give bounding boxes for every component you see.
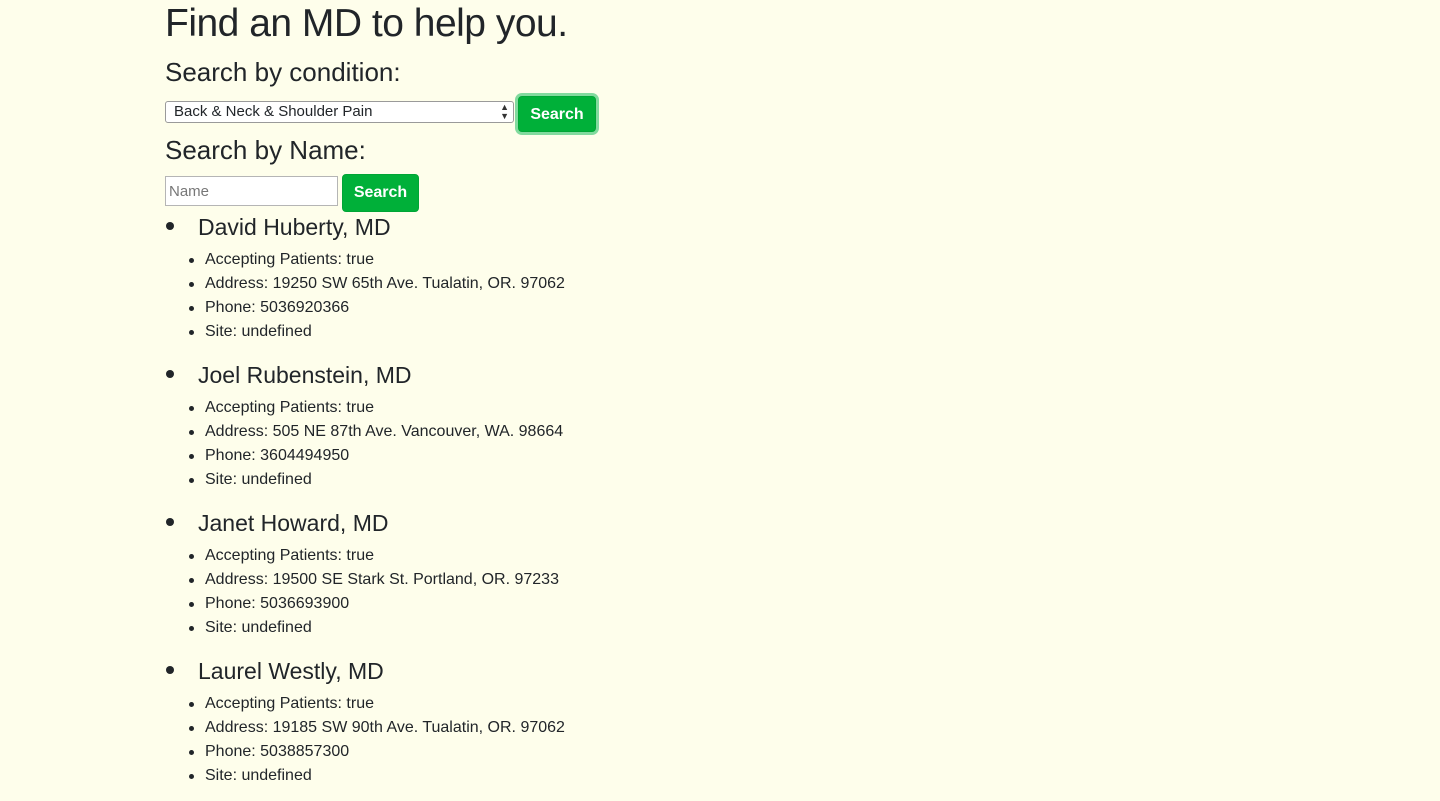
- doctor-list-item: David Huberty, MD Accepting Patients: tr…: [165, 209, 865, 357]
- bullet-icon: [166, 222, 174, 230]
- name-search-input[interactable]: [165, 176, 338, 206]
- doctor-name: Laurel Westly, MD: [198, 658, 384, 684]
- doctor-name: David Huberty, MD: [198, 214, 391, 240]
- accepting-patients: Accepting Patients: true: [189, 396, 865, 420]
- accepting-patients: Accepting Patients: true: [189, 544, 865, 568]
- doctor-details: Accepting Patients: true Address: 19500 …: [189, 544, 865, 640]
- search-condition-button[interactable]: Search: [518, 96, 596, 132]
- accepting-patients: Accepting Patients: true: [189, 248, 865, 272]
- bullet-icon: [166, 518, 174, 526]
- doctor-site: Site: undefined: [189, 468, 865, 492]
- doctor-list-item: Laurel Westly, MD Accepting Patients: tr…: [165, 653, 865, 801]
- search-name-button[interactable]: Search: [342, 174, 419, 212]
- doctor-address: Address: 19250 SW 65th Ave. Tualatin, OR…: [189, 272, 865, 296]
- condition-select[interactable]: Back & Neck & Shoulder Pain ▲ ▼: [165, 101, 514, 123]
- condition-select-value: Back & Neck & Shoulder Pain: [174, 103, 373, 120]
- condition-search-heading: Search by condition:: [165, 57, 401, 87]
- doctor-details: Accepting Patients: true Address: 19185 …: [189, 692, 865, 788]
- doctor-name: Janet Howard, MD: [198, 510, 389, 536]
- select-arrows-icon: ▲ ▼: [500, 102, 509, 121]
- name-search-heading: Search by Name:: [165, 135, 366, 165]
- doctor-phone: Phone: 5036920366: [189, 296, 865, 320]
- doctor-name: Joel Rubenstein, MD: [198, 362, 412, 388]
- accepting-patients: Accepting Patients: true: [189, 692, 865, 716]
- page-title: Find an MD to help you.: [165, 2, 568, 45]
- doctor-site: Site: undefined: [189, 764, 865, 788]
- doctor-list-item: Janet Howard, MD Accepting Patients: tru…: [165, 505, 865, 653]
- doctor-phone: Phone: 5038857300: [189, 740, 865, 764]
- bullet-icon: [166, 370, 174, 378]
- doctor-details: Accepting Patients: true Address: 19250 …: [189, 248, 865, 344]
- doctor-site: Site: undefined: [189, 616, 865, 640]
- doctor-list-item: Joel Rubenstein, MD Accepting Patients: …: [165, 357, 865, 505]
- bullet-icon: [166, 666, 174, 674]
- doctor-phone: Phone: 3604494950: [189, 444, 865, 468]
- doctor-address: Address: 505 NE 87th Ave. Vancouver, WA.…: [189, 420, 865, 444]
- doctor-phone: Phone: 5036693900: [189, 592, 865, 616]
- doctor-address: Address: 19500 SE Stark St. Portland, OR…: [189, 568, 865, 592]
- doctor-details: Accepting Patients: true Address: 505 NE…: [189, 396, 865, 492]
- doctor-site: Site: undefined: [189, 320, 865, 344]
- doctor-list: David Huberty, MD Accepting Patients: tr…: [165, 209, 865, 801]
- doctor-address: Address: 19185 SW 90th Ave. Tualatin, OR…: [189, 716, 865, 740]
